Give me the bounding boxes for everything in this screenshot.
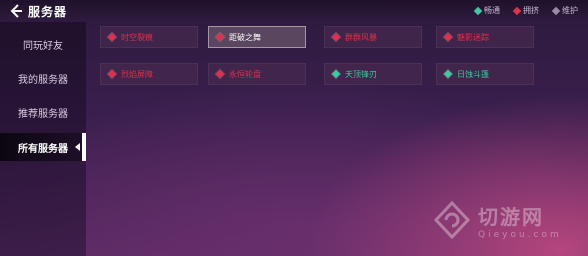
status-diamond-icon [331,32,341,42]
back-button[interactable]: 服务器 [8,3,88,19]
legend-item-crowded: 拥挤 [512,5,539,16]
server-name: 群群风暴 [345,32,377,42]
status-legend: 畅通 拥挤 维护 [473,5,578,16]
server-button[interactable]: 天顶锋刃 [324,63,422,85]
server-button[interactable]: 日蚀斗篷 [436,63,534,85]
sidebar-item-my-servers[interactable]: 我的服务器 [0,64,86,92]
server-button[interactable]: 距破之舞 [208,26,306,48]
server-button[interactable]: 群群风暴 [324,26,422,48]
legend-label: 维护 [562,6,578,15]
sidebar-item-recommended[interactable]: 推荐服务器 [0,98,86,126]
back-arrow-icon [10,4,22,18]
server-button[interactable]: 永恒轮盘 [208,63,306,85]
watermark-subtext: Qieyou.com [478,229,562,240]
server-button[interactable]: 魅影迷踪 [436,26,534,48]
watermark-text: 切游网 [478,204,544,229]
server-name: 烈焰屏障 [121,69,153,79]
status-diamond-icon [331,69,341,79]
legend-label: 拥挤 [523,6,539,15]
status-diamond-icon [443,69,453,79]
server-name: 天顶锋刃 [345,69,377,79]
server-name: 时空裂痕 [121,32,153,42]
page-title: 服务器 [28,4,68,19]
server-button[interactable]: 烈焰屏障 [100,63,198,85]
sidebar-item-label: 我的服务器 [18,74,68,86]
status-diamond-icon [215,32,225,42]
status-diamond-icon [215,69,225,79]
sidebar: 同玩好友 我的服务器 推荐服务器 所有服务器 [0,22,86,256]
sidebar-item-label: 所有服务器 [18,143,68,155]
watermark-logo-icon [433,200,471,240]
server-name: 魅影迷踪 [457,32,489,42]
server-button[interactable]: 时空裂痕 [100,26,198,48]
status-diamond-icon [443,32,453,42]
sidebar-item-label: 同玩好友 [23,40,63,52]
active-indicator [82,133,86,161]
legend-item-maintenance: 维护 [551,5,578,16]
status-diamond-icon [473,6,483,15]
status-diamond-icon [551,6,561,15]
server-name: 永恒轮盘 [229,69,261,79]
selected-arrow-icon [75,143,80,151]
sidebar-item-label: 推荐服务器 [18,108,68,120]
legend-item-smooth: 畅通 [473,5,500,16]
status-diamond-icon [107,32,117,42]
status-diamond-icon [512,6,522,15]
server-name: 日蚀斗篷 [457,69,489,79]
legend-label: 畅通 [484,6,500,15]
server-name: 距破之舞 [229,32,261,42]
status-diamond-icon [107,69,117,79]
sidebar-item-friends[interactable]: 同玩好友 [0,30,86,58]
sidebar-item-all-servers[interactable]: 所有服务器 [0,133,86,161]
watermark: 切游网 Qieyou.com [432,200,562,240]
